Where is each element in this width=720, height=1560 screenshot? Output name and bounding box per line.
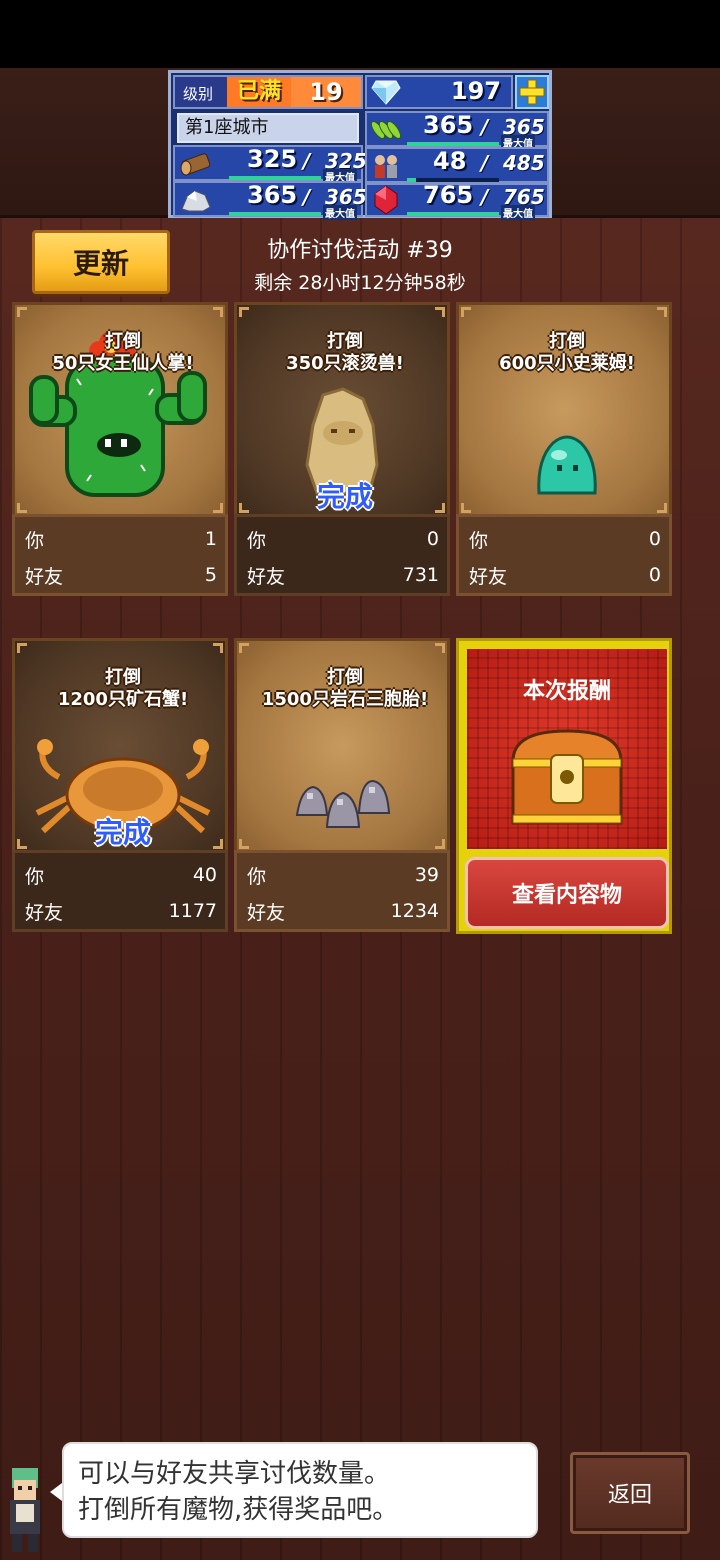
level-panel: 级别 已满 19 <box>173 75 363 109</box>
ore-icon <box>179 185 213 215</box>
level-max-badge: 已满 <box>227 77 291 107</box>
wood-panel: 325 / 325 最大值 <box>173 145 367 184</box>
wood-bar <box>229 176 321 180</box>
tip-dialog: 可以与好友共享讨伐数量。 打倒所有魔物,获得奖品吧。 <box>62 1442 538 1538</box>
friends-count: 5 <box>204 564 217 586</box>
ore-panel: 365 / 365 最大值 <box>173 181 367 220</box>
you-count-row: 你0 <box>469 528 661 552</box>
back-button[interactable]: 返回 <box>570 1452 690 1534</box>
you-count: 39 <box>414 864 439 886</box>
mission-title: 打倒 50只女王仙人掌! <box>52 331 194 374</box>
mission-card[interactable]: 打倒 350只滚烫兽! 完成 你0 好友 731 <box>234 302 450 596</box>
you-count-row: 你 40 <box>25 864 217 888</box>
diamond-icon <box>369 77 403 107</box>
food-bar <box>407 142 499 146</box>
people-icon <box>369 151 403 181</box>
treasure-chest-icon <box>511 729 623 825</box>
done-label: 完成 <box>94 816 151 849</box>
food-value: 365 <box>423 111 474 139</box>
mission-card[interactable]: 打倒 1500只岩石三胞胎! 你 39 好友 1234 <box>234 638 450 932</box>
level-value: 19 <box>291 77 361 107</box>
you-count: 1 <box>204 528 217 550</box>
mission-title: 打倒 350只滚烫兽! <box>286 331 404 374</box>
level-label: 级别 <box>183 85 214 103</box>
you-count: 40 <box>192 864 217 886</box>
reward-card: 本次报酬 查看内容物 <box>456 638 672 934</box>
city-name: 第1座城市 <box>177 113 359 143</box>
population-max: 485 <box>503 151 545 175</box>
wood-value: 325 <box>247 145 298 173</box>
slime-sprite <box>537 435 597 495</box>
you-count: 0 <box>426 528 439 550</box>
refresh-button[interactable]: 更新 <box>32 230 170 294</box>
ruby-panel: 765 / 765 最大值 <box>365 181 549 220</box>
friends-count-row: 好友 1177 <box>25 900 217 924</box>
log-icon <box>179 149 213 179</box>
status-bar <box>0 0 720 68</box>
done-label: 完成 <box>316 480 373 513</box>
food-panel: 365 / 365 最大值 <box>365 111 549 150</box>
mission-title: 打倒 1200只矿石蟹! <box>57 667 189 710</box>
add-gems-button[interactable] <box>515 75 549 109</box>
rock-triplets-sprite <box>295 779 391 828</box>
friends-count: 1177 <box>168 900 217 922</box>
mission-title: 打倒 600只小史莱姆! <box>499 331 635 374</box>
friends-count-row: 好友 1234 <box>247 900 439 924</box>
friends-count: 1234 <box>390 900 439 922</box>
mission-title: 打倒 1500只岩石三胞胎! <box>261 667 429 710</box>
mission-card[interactable]: 打倒 1200只矿石蟹! 完成 你 40 好友 1177 <box>12 638 228 932</box>
mission-card[interactable]: 打倒 50只女王仙人掌! 你1 好友 5 <box>12 302 228 596</box>
you-count-row: 你1 <box>25 528 217 552</box>
friends-count: 731 <box>402 564 439 586</box>
event-timer: 剩余 28小时12分钟58秒 <box>254 272 466 294</box>
you-count: 0 <box>648 528 661 550</box>
ore-value: 365 <box>247 181 298 209</box>
ruby-icon <box>369 185 403 215</box>
reward-title: 本次报酬 <box>522 679 611 704</box>
friends-count-row: 好友 0 <box>469 564 661 588</box>
tip-line-1: 可以与好友共享讨伐数量。 <box>78 1459 391 1489</box>
population-panel: 48 / 485 <box>365 147 549 183</box>
you-count-row: 你0 <box>247 528 439 552</box>
friends-count-row: 好友 5 <box>25 564 217 588</box>
guide-avatar <box>0 1460 50 1554</box>
ore-bar <box>229 212 321 216</box>
resource-hud: 级别 已满 19 197 第1座城市 365 / 365 最大值 325 / 3… <box>168 70 552 220</box>
gem-count: 197 <box>450 77 501 105</box>
you-count-row: 你 39 <box>247 864 439 888</box>
friends-count-row: 好友 731 <box>247 564 439 588</box>
view-contents-button[interactable]: 查看内容物 <box>465 857 669 929</box>
ruby-value: 765 <box>423 181 474 209</box>
mission-card[interactable]: 打倒 600只小史莱姆! 你0 好友 0 <box>456 302 672 596</box>
grain-icon <box>369 115 403 145</box>
friends-count: 0 <box>648 564 661 586</box>
ruby-bar <box>407 212 499 216</box>
gem-panel: 197 <box>365 75 513 109</box>
plus-icon <box>519 79 545 105</box>
population-value: 48 <box>433 147 467 175</box>
tip-line-2: 打倒所有魔物,获得奖品吧。 <box>78 1495 399 1525</box>
event-title: 协作讨伐活动 #39 <box>267 238 453 263</box>
